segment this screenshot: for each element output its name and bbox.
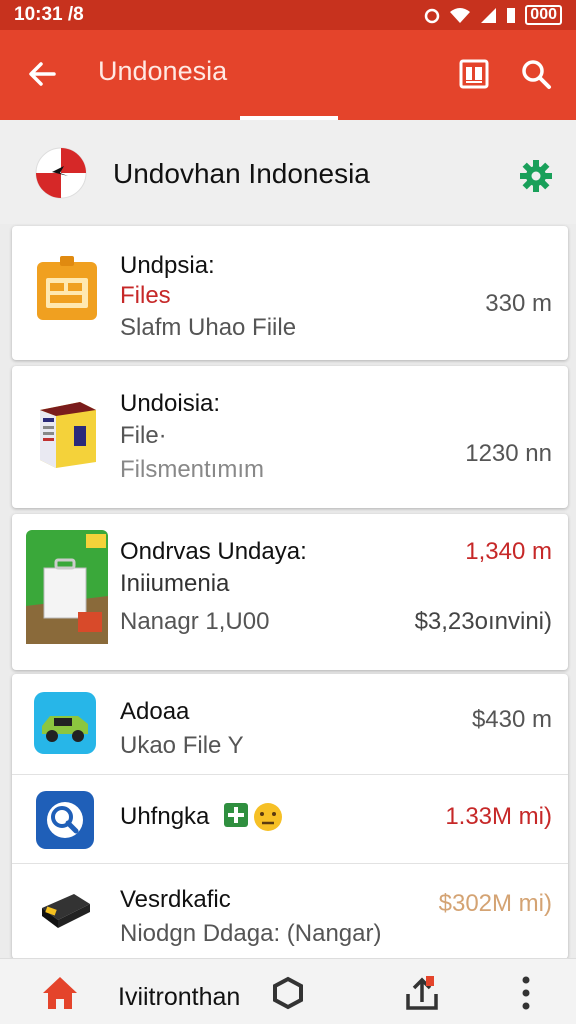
list-item-size: $430 m [471,706,552,733]
device-icon [42,894,90,928]
status-time: 10:31 /8 [14,4,84,25]
layout-icon [459,59,489,89]
card-title: Undpsia: [120,252,215,279]
home-icon [43,977,77,1009]
card-subtitle-2: Filsmentımım [120,456,264,483]
home-button[interactable] [38,973,82,1013]
more-button[interactable] [512,973,540,1013]
status-bar: 10:31 /8 000 [0,0,576,30]
search-icon [522,60,551,89]
app-bar: Undonesia [0,30,576,120]
bottom-label: Iviitronthan [118,983,241,1011]
gear-icon [520,160,552,192]
card-subtitle-2: Nanagr 1,U00 [120,608,270,635]
card-size: 1230 nn [465,440,552,467]
hexagon-icon [273,976,303,1010]
hexagon-button[interactable] [268,973,308,1013]
list-item-size: 1.33M mi) [445,803,552,830]
magnifier-icon [36,791,94,849]
list-item-subtitle: Niodgn Ddaga: (Nangar) [120,920,382,947]
list-item-title: Uhfngka [120,803,210,830]
more-vert-icon [522,976,530,1010]
profile-header: Undovhan Indonesia [0,120,576,224]
card-subtitle: File· [120,422,167,449]
file-card[interactable]: Undpsia: Files Slafm Uhao Fiile 330 m [12,226,568,360]
card-subtitle: Files [120,282,171,309]
status-icons: 000 [423,5,562,25]
profile-name: Undovhan Indonesia [113,158,370,189]
card-size: 330 m [485,290,552,317]
back-button[interactable] [20,52,64,96]
battery-icon [507,8,516,23]
logo-icon [35,147,87,199]
list-item-size: $302M mi) [438,890,552,917]
alarm-icon [425,8,440,24]
list-item-subtitle: Ukao File Y [120,732,244,759]
upload-button[interactable] [402,973,442,1013]
upload-icon [406,976,438,1010]
card-size: 1,340 m [465,538,552,565]
list-item-title: Adoaa [120,698,190,725]
battery-level: 000 [525,5,562,25]
storage-icon [26,530,108,644]
card-title: Ondrvas Undaya: [120,538,307,565]
box-icon [40,402,96,468]
card-subtitle: Iniiumenia [120,570,230,597]
emoji-icon [224,803,282,831]
wifi-icon [450,8,471,23]
file-card[interactable]: Undoisia: File· Filsmentımım 1230 nn [12,366,568,508]
back-arrow-icon [29,62,56,86]
settings-button[interactable] [516,156,556,196]
card-title: Undoisia: [120,390,221,417]
file-card[interactable]: Ondrvas Undaya: Iniiumenia Nanagr 1,U00 … [12,514,568,670]
list-item[interactable]: Uhfngka 1.33M mi) [12,775,568,863]
folder-icon [37,256,97,320]
list-item[interactable]: Adoaa Ukao File Y $430 m [12,674,568,774]
file-list: Adoaa Ukao File Y $430 m Uhfngka 1.33M m… [12,674,568,959]
list-item-title: Vesrdkafic [120,886,231,913]
card-price: $3,23oınvini) [414,608,552,635]
app-title: Undonesia [98,56,228,86]
bottom-bar: Iviitronthan [0,958,576,1024]
card-subtitle-2: Slafm Uhao Fiile [120,314,297,341]
list-item[interactable]: Vesrdkafic Niodgn Ddaga: (Nangar) $302M … [12,864,568,959]
search-button[interactable] [514,52,558,96]
car-icon [34,692,96,754]
layout-button[interactable] [452,52,496,96]
signal-icon [481,8,497,23]
